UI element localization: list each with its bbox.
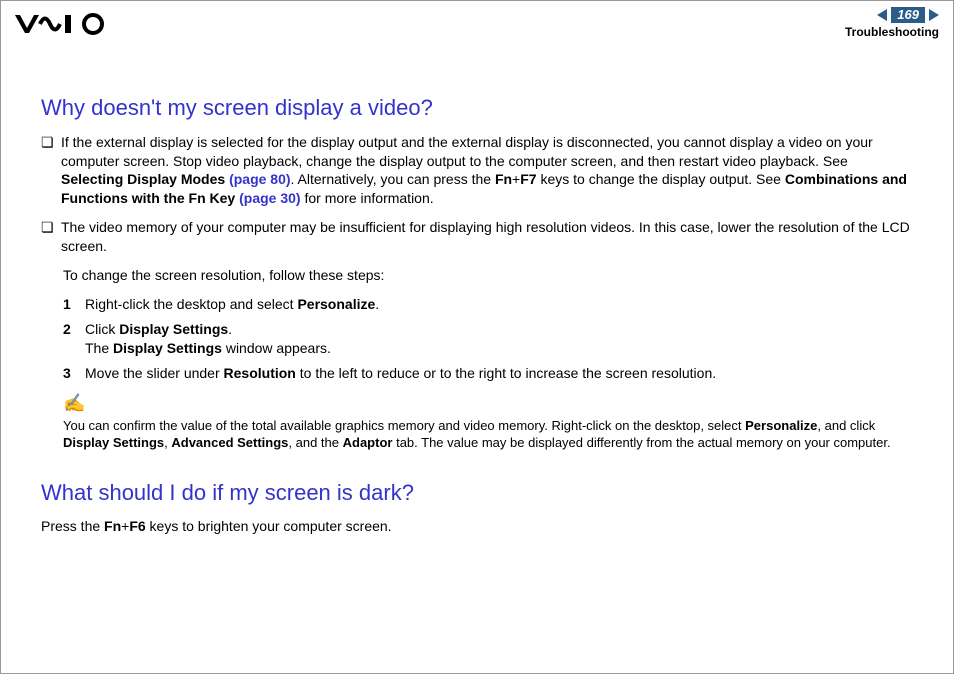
step-3: 3 Move the slider under Resolution to th…	[63, 364, 913, 383]
text: Right-click the desktop and select	[85, 296, 297, 312]
text: tab. The value may be displayed differen…	[392, 435, 890, 450]
page-number: 169	[891, 7, 925, 23]
key-f7: F7	[520, 171, 536, 187]
step-2: 2 Click Display Settings. The Display Se…	[63, 320, 913, 358]
text: Move the slider under	[85, 365, 224, 381]
text: for more information.	[301, 190, 434, 206]
bullet-1-body: If the external display is selected for …	[61, 133, 913, 209]
bullet-icon: ❏	[41, 218, 61, 256]
bold-text: Display Settings	[113, 340, 222, 356]
text: , and click	[817, 418, 875, 433]
key-fn: Fn	[495, 171, 512, 187]
page-number-nav: 169	[845, 7, 939, 23]
text: Click	[85, 321, 119, 337]
bullet-2: ❏ The video memory of your computer may …	[41, 218, 913, 256]
bold-text: Personalize	[297, 296, 375, 312]
steps-lead: To change the screen resolution, follow …	[63, 266, 913, 285]
text: window appears.	[222, 340, 331, 356]
step-1-body: Right-click the desktop and select Perso…	[85, 295, 913, 314]
text: . Alternatively, you can press the	[291, 171, 495, 187]
step-number: 3	[63, 364, 85, 383]
bold-text: Resolution	[224, 365, 296, 381]
text: keys to change the display output. See	[537, 171, 785, 187]
text: .	[228, 321, 232, 337]
step-1: 1 Right-click the desktop and select Per…	[63, 295, 913, 314]
step-3-body: Move the slider under Resolution to the …	[85, 364, 913, 383]
page-link-80[interactable]: (page 80)	[229, 171, 290, 187]
text: If the external display is selected for …	[61, 134, 873, 169]
vaio-logo	[15, 13, 115, 35]
text: , and the	[288, 435, 342, 450]
text: +	[512, 171, 520, 187]
content: Why doesn't my screen display a video? ❏…	[1, 35, 953, 536]
text: keys to brighten your computer screen.	[146, 518, 392, 534]
next-page-arrow-icon[interactable]	[929, 9, 939, 21]
text: The	[85, 340, 113, 356]
step-2-body: Click Display Settings. The Display Sett…	[85, 320, 913, 358]
key-fn: Fn	[104, 518, 121, 534]
bold-text: Selecting Display Modes	[61, 171, 225, 187]
section-label: Troubleshooting	[845, 25, 939, 39]
prev-page-arrow-icon[interactable]	[877, 9, 887, 21]
page-container: 169 Troubleshooting Why doesn't my scree…	[0, 0, 954, 674]
bold-text: Personalize	[745, 418, 817, 433]
text: .	[375, 296, 379, 312]
text: Press the	[41, 518, 104, 534]
step-number: 2	[63, 320, 85, 358]
note-body: You can confirm the value of the total a…	[63, 418, 913, 452]
text: You can confirm the value of the total a…	[63, 418, 745, 433]
header-right: 169 Troubleshooting	[845, 7, 939, 39]
heading-video: Why doesn't my screen display a video?	[41, 93, 913, 123]
bullet-2-body: The video memory of your computer may be…	[61, 218, 913, 256]
note-icon: ✍	[63, 392, 913, 415]
text: to the left to reduce or to the right to…	[296, 365, 716, 381]
note-block: ✍ You can confirm the value of the total…	[63, 392, 913, 451]
bold-text: Advanced Settings	[171, 435, 288, 450]
header: 169 Troubleshooting	[1, 1, 953, 35]
key-f6: F6	[129, 518, 145, 534]
bold-text: Display Settings	[63, 435, 164, 450]
bold-text: Display Settings	[119, 321, 228, 337]
heading-dark-screen: What should I do if my screen is dark?	[41, 478, 913, 508]
dark-screen-answer: Press the Fn+F6 keys to brighten your co…	[41, 517, 913, 536]
bullet-1: ❏ If the external display is selected fo…	[41, 133, 913, 209]
bold-text: Adaptor	[343, 435, 393, 450]
page-link-30[interactable]: (page 30)	[239, 190, 300, 206]
bullet-icon: ❏	[41, 133, 61, 209]
step-number: 1	[63, 295, 85, 314]
